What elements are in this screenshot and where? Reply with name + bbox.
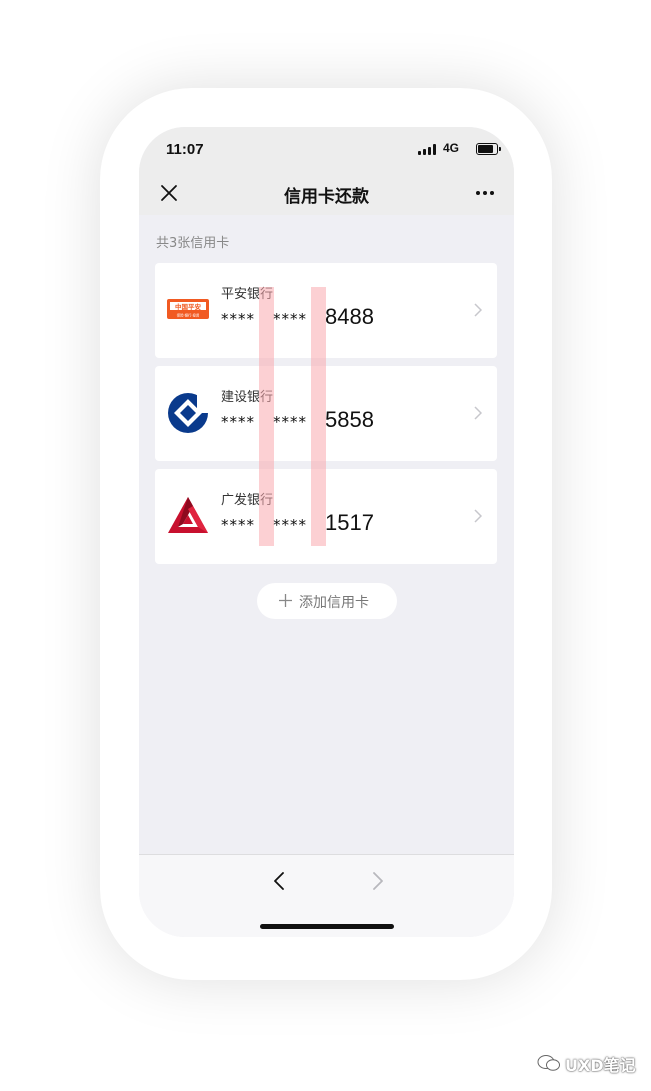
card-last-four: 5858 xyxy=(325,407,374,432)
status-indicators: 4G xyxy=(408,141,501,156)
card-mask-1: **** xyxy=(221,310,255,328)
card-mask-1: **** xyxy=(221,516,255,534)
watermark-text: UXD笔记 xyxy=(565,1056,636,1075)
alignment-guide-1 xyxy=(259,287,274,546)
card-last-four: 1517 xyxy=(325,510,374,535)
add-card-label: 添加信用卡 xyxy=(299,595,369,611)
signal-icon xyxy=(418,144,436,155)
pingan-logo-icon: 中国平安 保险·银行·投资 xyxy=(167,299,209,319)
add-card-button[interactable]: 添加信用卡 xyxy=(257,583,397,619)
more-icon[interactable] xyxy=(476,191,496,197)
status-time: 11:07 xyxy=(166,141,204,158)
card-mask-2: **** xyxy=(273,413,307,431)
card-list: 中国平安 保险·银行·投资 平安银行 **** **** 8488 建设银行 *… xyxy=(155,263,497,572)
page-title: 信用卡还款 xyxy=(284,187,369,207)
chevron-right-icon xyxy=(474,509,482,523)
back-arrow-icon[interactable] xyxy=(271,871,287,891)
card-mask-2: **** xyxy=(273,516,307,534)
forward-arrow-icon[interactable] xyxy=(370,871,386,891)
pingan-logo-subtext: 保险·银行·投资 xyxy=(177,313,200,318)
home-indicator[interactable] xyxy=(260,924,394,929)
credit-card-item[interactable]: 广发银行 **** **** 1517 xyxy=(155,469,497,564)
card-count-label: 共3张信用卡 xyxy=(156,236,230,251)
phone-screen: 11:07 4G 信用卡还款 共3张信用卡 中国平安 保险·银行·投资 平安银行… xyxy=(139,127,514,937)
status-bar: 11:07 4G xyxy=(139,127,514,171)
chevron-right-icon xyxy=(474,406,482,420)
network-label: 4G xyxy=(442,141,459,155)
card-mask-1: **** xyxy=(221,413,255,431)
chevron-right-icon xyxy=(474,303,482,317)
wechat-icon xyxy=(537,1055,560,1071)
plus-icon xyxy=(279,594,292,607)
credit-card-item[interactable]: 建设银行 **** **** 5858 xyxy=(155,366,497,461)
card-last-four: 8488 xyxy=(325,304,374,329)
ccb-logo-icon xyxy=(168,393,209,433)
card-mask-2: **** xyxy=(273,310,307,328)
credit-card-item[interactable]: 中国平安 保险·银行·投资 平安银行 **** **** 8488 xyxy=(155,263,497,358)
alignment-guide-2 xyxy=(311,287,326,546)
nav-bar: 信用卡还款 xyxy=(139,171,514,215)
cgb-logo-icon xyxy=(168,497,208,533)
battery-icon xyxy=(476,143,501,155)
pingan-logo-text: 中国平安 xyxy=(175,302,202,311)
